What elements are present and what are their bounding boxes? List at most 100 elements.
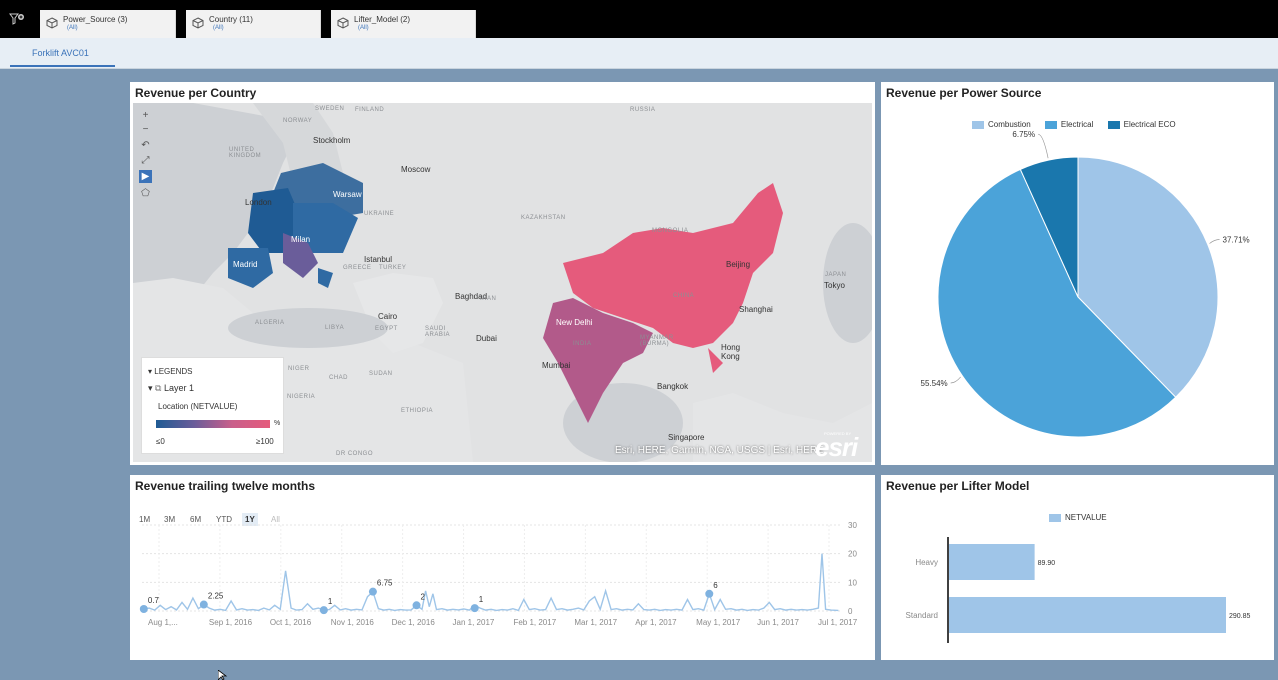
map-label: FINLAND <box>355 107 385 113</box>
data-point[interactable] <box>199 600 208 609</box>
x-tick-label: Jan 1, 2017 <box>453 618 495 627</box>
x-tick-label: Aug 1,... <box>148 618 178 627</box>
data-point[interactable] <box>319 606 328 615</box>
map-label: KAZAKHSTAN <box>521 215 566 221</box>
zoom-out-icon[interactable]: − <box>139 123 152 136</box>
zoom-in-icon[interactable]: + <box>139 109 152 122</box>
legend-unit: % <box>274 420 281 427</box>
sea-mediterranean <box>228 308 388 348</box>
map-label: Hong Kong <box>721 343 741 361</box>
data-label: 6.75 <box>377 579 393 588</box>
map-label: IRAN <box>480 296 497 302</box>
pie-data-label: 55.54% <box>921 379 948 388</box>
data-point[interactable] <box>139 604 148 613</box>
map-label: CHAD <box>329 375 349 381</box>
data-label: 1 <box>328 597 333 606</box>
fit-extent-icon[interactable]: ⤢ <box>139 154 152 167</box>
x-tick-label: Jun 1, 2017 <box>757 618 799 627</box>
map-label: EGYPT <box>375 326 398 332</box>
map-label: DR CONGO <box>336 451 373 457</box>
category-label: Heavy <box>915 558 938 567</box>
map-label: SWEDEN <box>315 106 345 112</box>
data-label: 2.25 <box>208 592 224 601</box>
x-tick-label: Oct 1, 2016 <box>270 618 312 627</box>
map-attribution: Esri, HERE, Garmin, NGA, USGS | Esri, HE… <box>615 445 824 456</box>
map-label: MYANMAR (BURMA) <box>640 335 674 347</box>
map-label: CHINA <box>673 293 695 299</box>
map-label: Warsaw <box>333 190 362 199</box>
pie-label-leader <box>950 376 961 384</box>
map-label: London <box>245 198 272 207</box>
trend-panel: Revenue trailing twelve months 1M 3M 6M … <box>130 475 875 660</box>
filter-chip-power-source[interactable]: Power_Source (3) (All) <box>40 10 176 38</box>
filter-chip-country[interactable]: Country (11) (All) <box>186 10 321 38</box>
data-point[interactable] <box>412 601 421 610</box>
page-tabs: Forklift AVC01 <box>0 38 1278 69</box>
pie-label-leader <box>1209 239 1220 244</box>
map-label: UNITED KINGDOM <box>229 147 262 159</box>
filter-name: Country (11) <box>209 15 253 24</box>
filter-value: (All) <box>213 25 224 31</box>
filter-chip-lifter-model[interactable]: Lifter_Model (2) (All) <box>331 10 476 38</box>
y-tick-label: 20 <box>848 550 857 559</box>
filter-name: Power_Source (3) <box>63 15 128 24</box>
map-label: NIGER <box>288 366 310 372</box>
data-label: 0.7 <box>148 596 160 605</box>
trend-chart: 0 10 20 30 Aug 1,... Sep 1, 2016 Oct 1, 2016 No… <box>139 521 858 627</box>
map-label: Shanghai <box>739 305 773 314</box>
pie-panel: Revenue per Power Source Combustion Elec… <box>881 82 1274 465</box>
legend-header-text: LEGENDS <box>154 367 193 376</box>
tab-forklift-avc01[interactable]: Forklift AVC01 <box>10 38 115 67</box>
map-label: TURKEY <box>379 265 407 271</box>
panel-title: Revenue per Country <box>135 86 257 100</box>
x-tick-label: Mar 1, 2017 <box>574 618 617 627</box>
map-label: JAPAN <box>825 272 847 278</box>
bar[interactable] <box>949 597 1226 633</box>
map-label: Stockholm <box>313 136 351 145</box>
bar[interactable] <box>949 544 1035 580</box>
map-panel: Revenue per Country SWEDEN FINLAND NORWA… <box>130 82 875 465</box>
pie-data-label: 6.75% <box>1012 130 1035 139</box>
legend-layer-text: Layer 1 <box>163 383 195 393</box>
legend-max: ≥100 <box>256 437 274 446</box>
map-label: Madrid <box>233 260 258 269</box>
legend-header[interactable]: ▾ LEGENDS <box>148 367 192 376</box>
map-label: Cairo <box>378 312 398 321</box>
x-tick-label: May 1, 2017 <box>696 618 741 627</box>
x-tick-label: Apr 1, 2017 <box>635 618 677 627</box>
category-label: Standard <box>906 611 938 620</box>
filter-name: Lifter_Model (2) <box>354 15 411 24</box>
bar-panel: Revenue per Lifter Model NETVALUE Heavy 8… <box>881 475 1274 660</box>
map-label: UKRAINE <box>364 211 395 217</box>
map-label: NORWAY <box>283 118 313 124</box>
data-label: 6 <box>713 581 718 590</box>
filter-value: (All) <box>67 25 78 31</box>
map-label: SUDAN <box>369 371 393 377</box>
data-label: 2 <box>421 592 426 601</box>
undo-icon[interactable]: ↶ <box>139 139 152 152</box>
pie-label-leader <box>1038 133 1049 159</box>
map-view[interactable]: SWEDEN FINLAND NORWAY RUSSIA Stockholm U… <box>133 103 872 462</box>
sea-north <box>148 128 198 198</box>
cube-icon <box>46 17 58 29</box>
data-point[interactable] <box>705 589 714 598</box>
lasso-select-icon[interactable]: ⬠ <box>139 187 152 200</box>
x-tick-label: Nov 1, 2016 <box>331 618 375 627</box>
filter-bar: Power_Source (3) (All) Country (11) (All… <box>0 0 1278 38</box>
map-label: ALGERIA <box>255 320 285 326</box>
filter-settings-icon[interactable] <box>9 12 25 26</box>
map-label: NIGERIA <box>287 394 316 400</box>
data-point[interactable] <box>470 604 479 613</box>
legend-layer[interactable]: ▾ ⧉ Layer 1 <box>148 383 194 394</box>
data-point[interactable] <box>368 587 377 596</box>
legend-measure: Location (NETVALUE) <box>158 402 238 411</box>
esri-logo: esri <box>815 432 858 462</box>
map-label: Moscow <box>401 165 431 174</box>
select-pointer-icon[interactable]: ▶ <box>139 170 152 183</box>
map-label: Milan <box>291 235 311 244</box>
bar-value-label: 89.90 <box>1038 560 1056 567</box>
pie-chart: 37.71% 55.54% 6.75% <box>921 130 1250 438</box>
y-tick-label: 0 <box>848 607 853 616</box>
map-label: Beijing <box>726 260 751 269</box>
map-label: Bangkok <box>657 382 689 391</box>
